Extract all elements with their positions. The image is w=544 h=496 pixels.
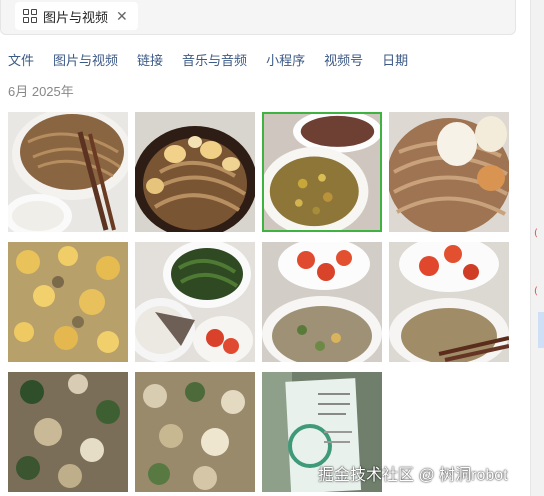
tab-images-videos[interactable]: 图片与视频 [53,50,118,69]
date-header: 6月 2025年 [8,84,74,99]
watermark-text: 掘金技术社区 @ 树洞robot [318,467,508,484]
adjacent-panel-edge [530,0,544,496]
tab-files[interactable]: 文件 [8,50,34,69]
tomatoes-fried-rice-photo [262,242,382,362]
photo-thumbnail[interactable] [262,242,382,362]
photo-thumbnail[interactable] [135,372,255,492]
search-box[interactable]: 图片与视频 ✕ [0,0,516,35]
noodle-bowl-photo [8,112,128,232]
tab-date[interactable]: 日期 [382,50,408,69]
category-tabs: 文件 图片与视频 链接 音乐与音频 小程序 视频号 日期 [8,50,408,69]
fried-rice-closeup-photo [135,372,255,492]
photo-thumbnail[interactable] [135,242,255,362]
noodles-with-eggs-photo [135,112,255,232]
close-icon[interactable]: ✕ [116,9,128,23]
rice-dish-photo [264,114,380,230]
photo-thumbnail[interactable] [135,112,255,232]
edge-mark: ( [534,228,538,239]
photo-thumbnail[interactable] [8,372,128,492]
photo-thumbnail[interactable] [389,242,509,362]
chat-files-panel: 图片与视频 ✕ 文件 图片与视频 链接 音乐与音频 小程序 视频号 日期 6月 … [0,0,530,496]
tomatoes-rice-chopsticks-photo [389,242,509,362]
edge-highlight [538,312,544,348]
photo-thumbnail[interactable] [8,112,128,232]
grid-icon [23,9,37,23]
photo-thumbnail-selected[interactable] [262,112,382,232]
filter-chip[interactable]: 图片与视频 ✕ [15,2,138,30]
tab-channels[interactable]: 视频号 [324,50,363,69]
edge-mark: ( [534,286,538,297]
noodles-boiled-eggs-photo [389,112,509,232]
fried-rice-greens-photo [8,372,128,492]
tab-mini-programs[interactable]: 小程序 [266,50,305,69]
filter-chip-label: 图片与视频 [43,9,109,25]
tab-links[interactable]: 链接 [137,50,163,69]
egg-fried-rice-photo [8,242,128,362]
photo-thumbnail[interactable] [8,242,128,362]
rice-greens-tomato-photo [135,242,255,362]
photo-thumbnail[interactable] [389,112,509,232]
tab-music-audio[interactable]: 音乐与音频 [182,50,247,69]
